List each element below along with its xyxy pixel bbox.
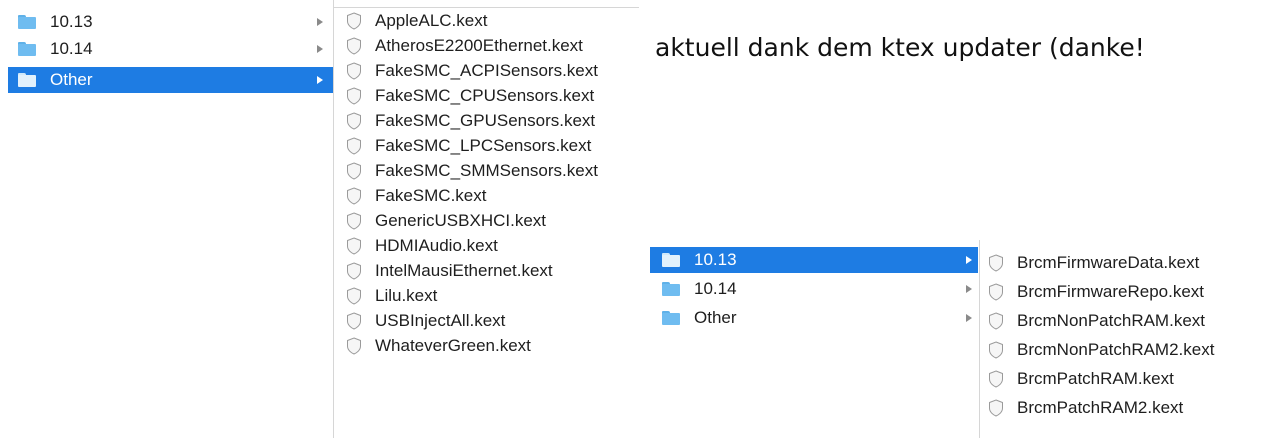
kext-item[interactable]: Lilu.kext xyxy=(346,283,636,308)
kext-item[interactable]: BrcmPatchRAM2.kext xyxy=(988,393,1266,422)
folder-icon xyxy=(662,253,680,267)
right-folder-row-10-13[interactable]: 10.13 xyxy=(650,247,978,273)
kext-name: BrcmFirmwareData.kext xyxy=(1017,252,1200,272)
kext-name: AtherosE2200Ethernet.kext xyxy=(375,35,583,55)
disclosure-arrow-icon xyxy=(317,76,323,84)
kext-item[interactable]: BrcmFirmwareRepo.kext xyxy=(988,277,1266,306)
disclosure-arrow-icon xyxy=(966,256,972,264)
disclosure-arrow-icon xyxy=(317,18,323,26)
kext-shield-icon xyxy=(347,86,361,105)
folder-icon xyxy=(18,42,36,56)
folder-icon xyxy=(18,15,36,29)
column-divider[interactable] xyxy=(979,240,980,438)
kext-item[interactable]: AtherosE2200Ethernet.kext xyxy=(346,33,636,58)
kext-shield-icon xyxy=(347,286,361,305)
kext-shield-icon xyxy=(347,336,361,355)
folder-icon xyxy=(662,282,680,296)
right-kext-column: BrcmFirmwareData.kext BrcmFirmwareRepo.k… xyxy=(988,248,1266,422)
disclosure-arrow-icon xyxy=(966,285,972,293)
kext-name: HDMIAudio.kext xyxy=(375,235,498,255)
kext-name: AppleALC.kext xyxy=(375,10,488,30)
kext-shield-icon xyxy=(989,398,1003,417)
kext-name: BrcmNonPatchRAM2.kext xyxy=(1017,339,1215,359)
kext-item[interactable]: IntelMausiEthernet.kext xyxy=(346,258,636,283)
kext-name: GenericUSBXHCI.kext xyxy=(375,210,546,230)
kext-item[interactable]: FakeSMC_SMMSensors.kext xyxy=(346,158,636,183)
kext-name: FakeSMC_ACPISensors.kext xyxy=(375,60,598,80)
kext-name: BrcmNonPatchRAM.kext xyxy=(1017,310,1205,330)
folder-label: 10.13 xyxy=(694,250,737,269)
left-kext-column: AppleALC.kext AtherosE2200Ethernet.kext … xyxy=(346,8,636,358)
kext-item[interactable]: HDMIAudio.kext xyxy=(346,233,636,258)
kext-name: FakeSMC_GPUSensors.kext xyxy=(375,110,596,130)
kext-name: USBInjectAll.kext xyxy=(375,310,506,330)
kext-item[interactable]: USBInjectAll.kext xyxy=(346,308,636,333)
kext-shield-icon xyxy=(347,111,361,130)
kext-shield-icon xyxy=(989,311,1003,330)
kext-shield-icon xyxy=(989,282,1003,301)
kext-name: FakeSMC_CPUSensors.kext xyxy=(375,85,595,105)
kext-item[interactable]: AppleALC.kext xyxy=(346,8,636,33)
left-folder-row-10-14[interactable]: 10.14 xyxy=(8,36,333,62)
kext-shield-icon xyxy=(347,161,361,180)
note-text: aktuell dank dem ktex updater (danke! xyxy=(655,33,1145,62)
kext-item[interactable]: BrcmNonPatchRAM.kext xyxy=(988,306,1266,335)
kext-name: Lilu.kext xyxy=(375,285,438,305)
kext-shield-icon xyxy=(347,261,361,280)
right-finder-column-view: 10.13 10.14 Other BrcmFirmwareData.kext … xyxy=(648,240,1267,438)
left-folder-row-other[interactable]: Other xyxy=(8,67,333,93)
kext-shield-icon xyxy=(347,36,361,55)
kext-shield-icon xyxy=(347,211,361,230)
kext-item[interactable]: FakeSMC_ACPISensors.kext xyxy=(346,58,636,83)
kext-name: FakeSMC.kext xyxy=(375,185,487,205)
kext-item[interactable]: GenericUSBXHCI.kext xyxy=(346,208,636,233)
kext-shield-icon xyxy=(347,61,361,80)
kext-name: BrcmFirmwareRepo.kext xyxy=(1017,281,1205,301)
kext-name: WhateverGreen.kext xyxy=(375,335,531,355)
kext-shield-icon xyxy=(347,11,361,30)
kext-item[interactable]: BrcmPatchRAM.kext xyxy=(988,364,1266,393)
kext-shield-icon xyxy=(347,186,361,205)
kext-shield-icon xyxy=(347,236,361,255)
folder-label: 10.14 xyxy=(50,39,93,58)
column-divider[interactable] xyxy=(333,0,334,438)
kext-item[interactable]: FakeSMC.kext xyxy=(346,183,636,208)
kext-name: FakeSMC_SMMSensors.kext xyxy=(375,160,598,180)
folder-icon xyxy=(662,311,680,325)
kext-name: BrcmPatchRAM.kext xyxy=(1017,368,1174,388)
kext-shield-icon xyxy=(989,369,1003,388)
kext-name: FakeSMC_LPCSensors.kext xyxy=(375,135,592,155)
disclosure-arrow-icon xyxy=(966,314,972,322)
folder-label: 10.13 xyxy=(50,12,93,31)
kext-name: IntelMausiEthernet.kext xyxy=(375,260,553,280)
kext-item[interactable]: WhateverGreen.kext xyxy=(346,333,636,358)
folder-label: 10.14 xyxy=(694,279,737,298)
kext-shield-icon xyxy=(989,253,1003,272)
right-folder-row-other[interactable]: Other xyxy=(650,305,978,331)
folder-label: Other xyxy=(50,70,93,89)
kext-item[interactable]: FakeSMC_CPUSensors.kext xyxy=(346,83,636,108)
kext-shield-icon xyxy=(347,311,361,330)
kext-item[interactable]: BrcmFirmwareData.kext xyxy=(988,248,1266,277)
kext-shield-icon xyxy=(989,340,1003,359)
left-folder-row-10-13[interactable]: 10.13 xyxy=(8,9,333,35)
folder-icon xyxy=(18,73,36,87)
disclosure-arrow-icon xyxy=(317,45,323,53)
kext-item[interactable]: BrcmNonPatchRAM2.kext xyxy=(988,335,1266,364)
left-finder-column-view: 10.13 10.14 Other AppleALC.kext AtherosE… xyxy=(0,0,640,438)
right-folder-row-10-14[interactable]: 10.14 xyxy=(650,276,978,302)
kext-item[interactable]: FakeSMC_LPCSensors.kext xyxy=(346,133,636,158)
folder-label: Other xyxy=(694,308,737,327)
kext-item[interactable]: FakeSMC_GPUSensors.kext xyxy=(346,108,636,133)
kext-shield-icon xyxy=(347,136,361,155)
kext-name: BrcmPatchRAM2.kext xyxy=(1017,397,1184,417)
